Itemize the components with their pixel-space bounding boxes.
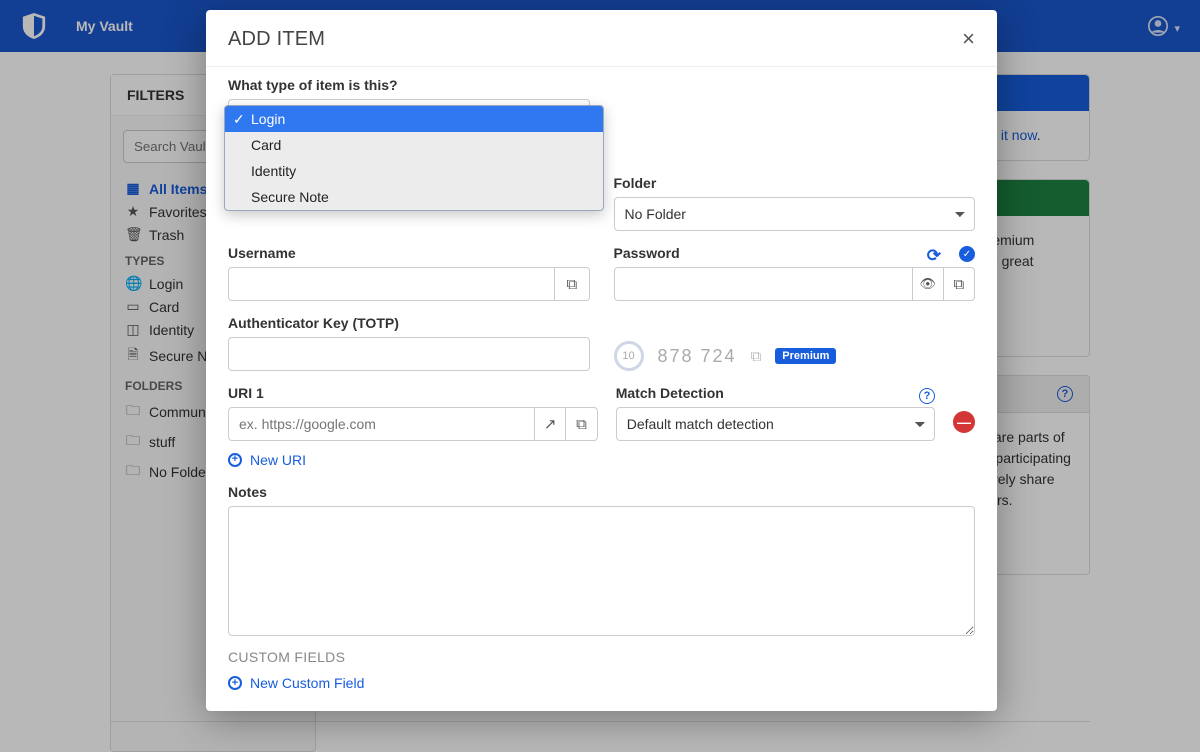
modal-close-button[interactable]: × <box>962 26 975 52</box>
copy-uri-button[interactable] <box>566 407 597 441</box>
password-input[interactable] <box>614 267 913 301</box>
copy-username-button[interactable] <box>555 267 589 301</box>
launch-uri-button[interactable] <box>535 407 566 441</box>
check-password-icon[interactable] <box>959 246 975 262</box>
totp-code: 878 724 <box>658 346 737 367</box>
plus-circle-icon: + <box>228 453 242 467</box>
generate-password-icon[interactable] <box>927 246 941 266</box>
copy-password-button[interactable] <box>944 267 975 301</box>
totp-label: Authenticator Key (TOTP) <box>228 315 590 331</box>
type-option-secure-note[interactable]: Secure Note <box>225 184 603 210</box>
modal-title: ADD ITEM <box>228 28 325 51</box>
folder-select[interactable]: No Folder <box>614 197 976 231</box>
new-uri-button[interactable]: + New URI <box>228 452 306 468</box>
uri1-label: URI 1 <box>228 385 598 401</box>
notes-label: Notes <box>228 484 975 500</box>
username-label: Username <box>228 245 590 261</box>
toggle-password-visibility-button[interactable] <box>913 267 944 301</box>
add-item-modal: ADD ITEM × What type of item is this? Lo… <box>206 10 997 711</box>
match-detection-label: Match Detection <box>616 385 724 401</box>
type-option-card[interactable]: Card <box>225 132 603 158</box>
custom-fields-heading: CUSTOM FIELDS <box>228 649 975 665</box>
copy-totp-button[interactable] <box>751 348 762 365</box>
premium-badge: Premium <box>775 348 836 364</box>
plus-circle-icon: + <box>228 676 242 690</box>
new-custom-field-button[interactable]: + New Custom Field <box>228 675 364 691</box>
username-input[interactable] <box>228 267 555 301</box>
type-dropdown-listbox: Login Card Identity Secure Note <box>224 105 604 211</box>
totp-display: 10 878 724 Premium <box>614 341 976 371</box>
notes-textarea[interactable] <box>228 506 975 636</box>
help-icon[interactable]: ? <box>919 388 935 404</box>
type-label: What type of item is this? <box>228 77 590 93</box>
remove-uri-button[interactable]: ― <box>953 411 975 433</box>
totp-input[interactable] <box>228 337 590 371</box>
uri1-input[interactable] <box>228 407 535 441</box>
totp-timer-icon: 10 <box>614 341 644 371</box>
match-detection-select[interactable]: Default match detection <box>616 407 935 441</box>
folder-label: Folder <box>614 175 976 191</box>
type-option-identity[interactable]: Identity <box>225 158 603 184</box>
password-label: Password <box>614 245 680 261</box>
type-option-login[interactable]: Login <box>225 106 603 132</box>
